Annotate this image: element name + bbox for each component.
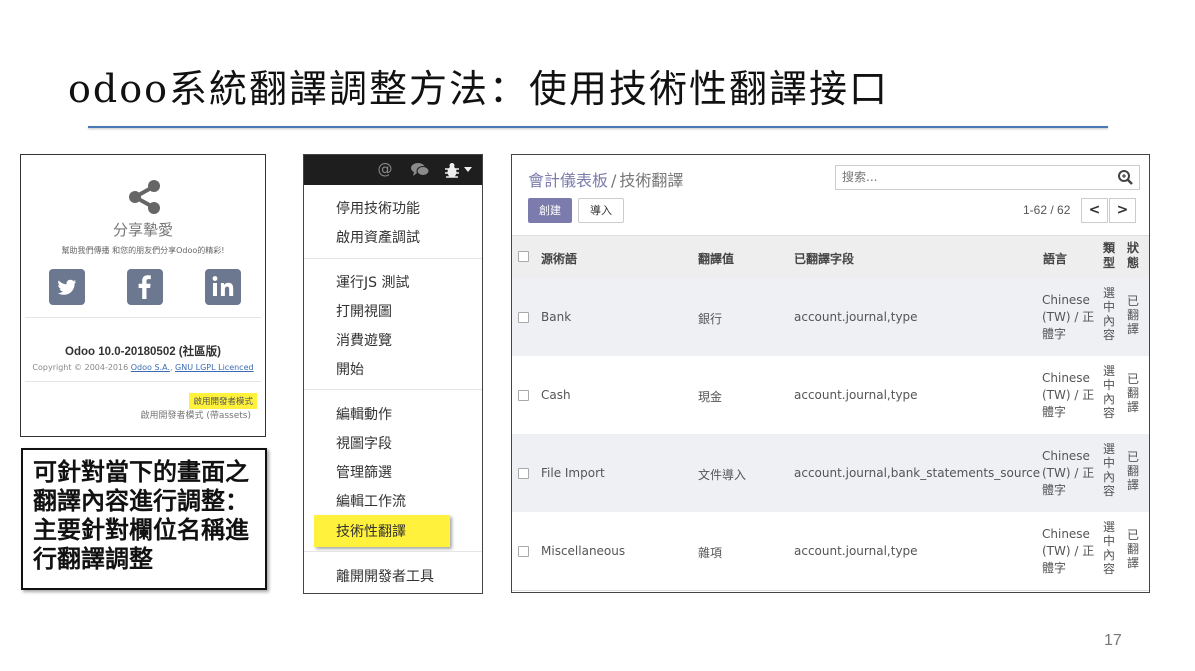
cell-language: Chinese (TW) / 正體字 [1042,371,1095,419]
license-link[interactable]: GNU LGPL Licenced [175,363,254,372]
version-text: Odoo 10.0-20180502 (社區版) [65,346,221,358]
cell-value: 銀行 [698,312,723,326]
menu-item-leave-developer-tools[interactable]: 離開開發者工具 [336,566,434,586]
linkedin-icon [212,276,234,296]
cell-type: 選中內容 [1102,364,1115,420]
cell-language: Chinese (TW) / 正體字 [1042,527,1095,575]
menu-divider [304,389,482,390]
menu-item-manage-filters[interactable]: 管理篩選 [336,462,392,482]
pager-next-button[interactable]: > [1109,198,1136,223]
menu-divider [304,551,482,552]
bug-icon[interactable] [444,161,460,179]
facebook-icon [138,275,151,299]
share-heading: 分享摯愛 [112,221,173,239]
copyright-prefix: Copyright © 2004-2016 [32,363,131,372]
about-panel: 分享摯愛 幫助我們傳播 和您的朋友們分享Odoo的精彩! Odoo 10.0-2… [20,154,266,437]
cell-source: Bank [541,310,572,324]
column-header-value[interactable]: 翻譯值 [698,250,734,267]
share-icon [125,177,165,217]
create-button[interactable]: 創建 [528,198,572,223]
cell-state: 已翻譯 [1126,294,1139,336]
cell-language: Chinese (TW) / 正體字 [1042,293,1095,341]
cell-type: 選中內容 [1102,286,1115,342]
cell-field: account.journal,type [794,388,918,402]
column-header-type[interactable]: 類型 [1102,241,1116,271]
at-icon[interactable]: @ [376,160,394,178]
cell-value: 文件導入 [698,468,747,482]
row-checkbox[interactable] [518,468,529,479]
note-box: 可針對當下的畫面之翻譯內容進行調整：主要針對欄位名稱進行翻譯調整 [21,448,267,590]
title-divider [88,126,1108,128]
breadcrumb-current: 技術翻譯 [619,171,684,190]
cell-type: 選中內容 [1102,442,1115,498]
menu-item-deactivate-technical[interactable]: 停用技術功能 [336,198,420,218]
pager-text[interactable]: 1-62 / 62 [1023,203,1070,217]
activate-developer-mode-assets-link[interactable]: 啟用開發者模式 (帶assets) [140,408,251,421]
note-text: 可針對當下的畫面之翻譯內容進行調整：主要針對欄位名稱進行翻譯調整 [33,458,249,573]
divider [25,381,261,382]
caret-down-icon[interactable] [464,167,472,172]
breadcrumb: 會計儀表板 / 技術翻譯 [528,167,683,191]
debug-menu-panel: @ 停用技術功能 啟用資產調試 運行JS 測試 打開視圖 消費遊覽 開始 編輯動… [303,154,483,594]
cell-state: 已翻譯 [1126,450,1139,492]
cell-state: 已翻譯 [1126,528,1139,570]
menu-item-open-view[interactable]: 打開視圖 [336,301,392,321]
cell-field: account.journal,type [794,544,918,558]
menu-item-run-js-tests[interactable]: 運行JS 測試 [336,272,409,292]
cell-type: 選中內容 [1102,520,1115,576]
facebook-button[interactable] [127,269,163,305]
cell-value: 雜項 [698,546,723,560]
cell-field: account.journal,bank_statements_source [794,466,1041,480]
cell-language: Chinese (TW) / 正體字 [1042,449,1095,497]
top-navbar: @ [304,155,482,185]
twitter-icon [58,279,76,295]
page-number: 17 [1104,632,1122,649]
row-checkbox[interactable] [518,390,529,401]
menu-item-edit-workflow[interactable]: 編輯工作流 [336,491,406,511]
table-header: 源術語 翻譯值 已翻譯字段 語言 類型 狀態 [512,235,1149,279]
share-description: 幫助我們傳播 和您的朋友們分享Odoo的精彩! [61,246,225,255]
divider [25,317,261,318]
column-header-language[interactable]: 語言 [1043,250,1067,267]
activate-developer-mode-link[interactable]: 啟用開發者模式 [189,393,257,409]
slide-title: odoo系統翻譯調整方法：使用技術性翻譯接口 [68,67,889,111]
column-header-field[interactable]: 已翻譯字段 [794,250,854,267]
search-input[interactable] [842,170,1102,184]
copyright-text: Copyright © 2004-2016 Odoo S.A., GNU LGP… [32,363,254,372]
menu-item-view-fields[interactable]: 視圖字段 [336,433,392,453]
cell-field: account.journal,type [794,310,918,324]
translations-panel: 會計儀表板/技術翻譯 創建 導入 1-62 / 62 < > 源術語 翻譯值 已… [511,154,1150,593]
menu-item-start-tour[interactable]: 消費遊覽 [336,330,392,350]
company-link[interactable]: Odoo S.A. [131,363,170,372]
column-header-state[interactable]: 狀態 [1126,241,1140,271]
chat-icon[interactable] [410,161,430,179]
select-all-checkbox[interactable] [518,251,529,262]
table-row[interactable]: Cash 現金 account.journal,type Chinese (TW… [512,356,1149,435]
cell-source: Cash [541,388,571,402]
column-header-source[interactable]: 源術語 [541,250,577,267]
import-button[interactable]: 導入 [578,198,624,223]
table-row[interactable]: File Import 文件導入 account.journal,bank_st… [512,434,1149,513]
cell-state: 已翻譯 [1126,372,1139,414]
table-row[interactable]: Bank 銀行 account.journal,type Chinese (TW… [512,278,1149,357]
breadcrumb-accounting-dashboard[interactable]: 會計儀表板 [528,171,608,190]
menu-divider [304,258,482,259]
breadcrumb-separator: / [611,171,617,190]
menu-item-start[interactable]: 開始 [336,359,364,379]
menu-item-technical-translation[interactable]: 技術性翻譯 [336,521,406,541]
cell-source: File Import [541,466,605,480]
search-box [835,165,1140,190]
cell-source: Miscellaneous [541,544,626,558]
cell-value: 現金 [698,390,723,404]
twitter-button[interactable] [49,269,85,305]
row-checkbox[interactable] [518,312,529,323]
row-checkbox[interactable] [518,546,529,557]
table-row[interactable]: Miscellaneous 雜項 account.journal,type Ch… [512,512,1149,591]
linkedin-button[interactable] [205,269,241,305]
search-icon[interactable] [1117,169,1134,186]
menu-item-activate-assets-debug[interactable]: 啟用資產調試 [336,227,420,247]
menu-item-edit-action[interactable]: 編輯動作 [336,404,392,424]
pager-previous-button[interactable]: < [1081,198,1108,223]
